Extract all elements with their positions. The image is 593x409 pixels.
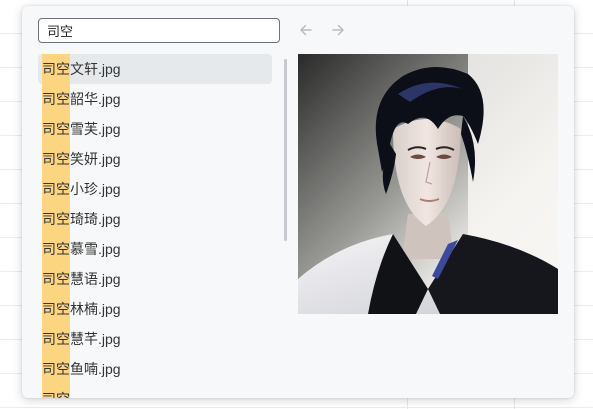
file-name: 司空 笑妍.jpg bbox=[38, 144, 121, 174]
file-name: 司空 小珍.jpg bbox=[38, 174, 121, 204]
file-name-rest: 琦琦.jpg bbox=[70, 211, 121, 227]
file-name-rest: 韶华.jpg bbox=[70, 91, 121, 107]
portrait-image bbox=[298, 54, 558, 314]
arrow-left-icon bbox=[300, 24, 312, 36]
match-highlight: 司空 bbox=[42, 144, 70, 174]
list-item[interactable]: 司空 慧语.jpg bbox=[38, 264, 272, 294]
file-name: 司空 鱼喃.jpg bbox=[38, 354, 121, 384]
file-name: 司空 琦琦.jpg bbox=[38, 204, 121, 234]
file-name-rest: 慧芊.jpg bbox=[70, 331, 121, 347]
match-highlight: 司空 bbox=[42, 324, 70, 354]
forward-button[interactable] bbox=[328, 20, 348, 40]
match-highlight: 司空 bbox=[42, 354, 70, 384]
match-highlight: 司空 bbox=[42, 174, 70, 204]
list-item[interactable]: 司空 bbox=[38, 384, 272, 398]
arrow-right-icon bbox=[332, 24, 344, 36]
list-item[interactable]: 司空 琦琦.jpg bbox=[38, 204, 272, 234]
file-name-rest: 慕雪.jpg bbox=[70, 241, 121, 257]
match-highlight: 司空 bbox=[42, 54, 70, 84]
list-item[interactable]: 司空 韶华.jpg bbox=[38, 84, 272, 114]
list-item[interactable]: 司空 雪芙.jpg bbox=[38, 114, 272, 144]
list-item[interactable]: 司空 慕雪.jpg bbox=[38, 234, 272, 264]
back-button[interactable] bbox=[296, 20, 316, 40]
file-name: 司空 韶华.jpg bbox=[38, 84, 121, 114]
file-name-rest: 小珍.jpg bbox=[70, 181, 121, 197]
match-highlight: 司空 bbox=[42, 294, 70, 324]
match-highlight: 司空 bbox=[42, 84, 70, 114]
file-name-rest: 林楠.jpg bbox=[70, 301, 121, 317]
image-preview bbox=[298, 54, 558, 314]
file-name: 司空 雪芙.jpg bbox=[38, 114, 121, 144]
file-name: 司空 慕雪.jpg bbox=[38, 234, 121, 264]
file-name: 司空 慧语.jpg bbox=[38, 264, 121, 294]
file-name-rest: 文轩.jpg bbox=[70, 61, 121, 77]
match-highlight: 司空 bbox=[42, 264, 70, 294]
match-highlight: 司空 bbox=[42, 234, 70, 264]
match-highlight: 司空 bbox=[42, 114, 70, 144]
file-search-popup: 司空文轩.jpg司空韶华.jpg司空雪芙.jpg司空笑妍.jpg司空小珍.jpg… bbox=[22, 6, 574, 398]
file-name: 司空 bbox=[38, 384, 70, 398]
list-item[interactable]: 司空 文轩.jpg bbox=[38, 54, 272, 84]
list-item[interactable]: 司空 慧芊.jpg bbox=[38, 324, 272, 354]
results-scrollbar[interactable] bbox=[284, 59, 287, 241]
file-name: 司空 文轩.jpg bbox=[38, 54, 121, 84]
file-name-rest: 笑妍.jpg bbox=[70, 151, 121, 167]
search-input[interactable] bbox=[38, 18, 280, 43]
list-item[interactable]: 司空 笑妍.jpg bbox=[38, 144, 272, 174]
list-item[interactable]: 司空 林楠.jpg bbox=[38, 294, 272, 324]
file-name: 司空 慧芊.jpg bbox=[38, 324, 121, 354]
file-name-rest: 鱼喃.jpg bbox=[70, 361, 121, 377]
match-highlight: 司空 bbox=[42, 384, 70, 398]
list-item[interactable]: 司空 小珍.jpg bbox=[38, 174, 272, 204]
results-list: 司空 文轩.jpg 司空 韶华.jpg 司空 雪芙.jpg 司空 笑妍.jpg 司空 小珍.jpg… bbox=[38, 54, 272, 398]
file-name: 司空 林楠.jpg bbox=[38, 294, 121, 324]
list-item[interactable]: 司空 鱼喃.jpg bbox=[38, 354, 272, 384]
match-highlight: 司空 bbox=[42, 204, 70, 234]
file-name-rest: 慧语.jpg bbox=[70, 271, 121, 287]
file-name-rest: 雪芙.jpg bbox=[70, 121, 121, 137]
